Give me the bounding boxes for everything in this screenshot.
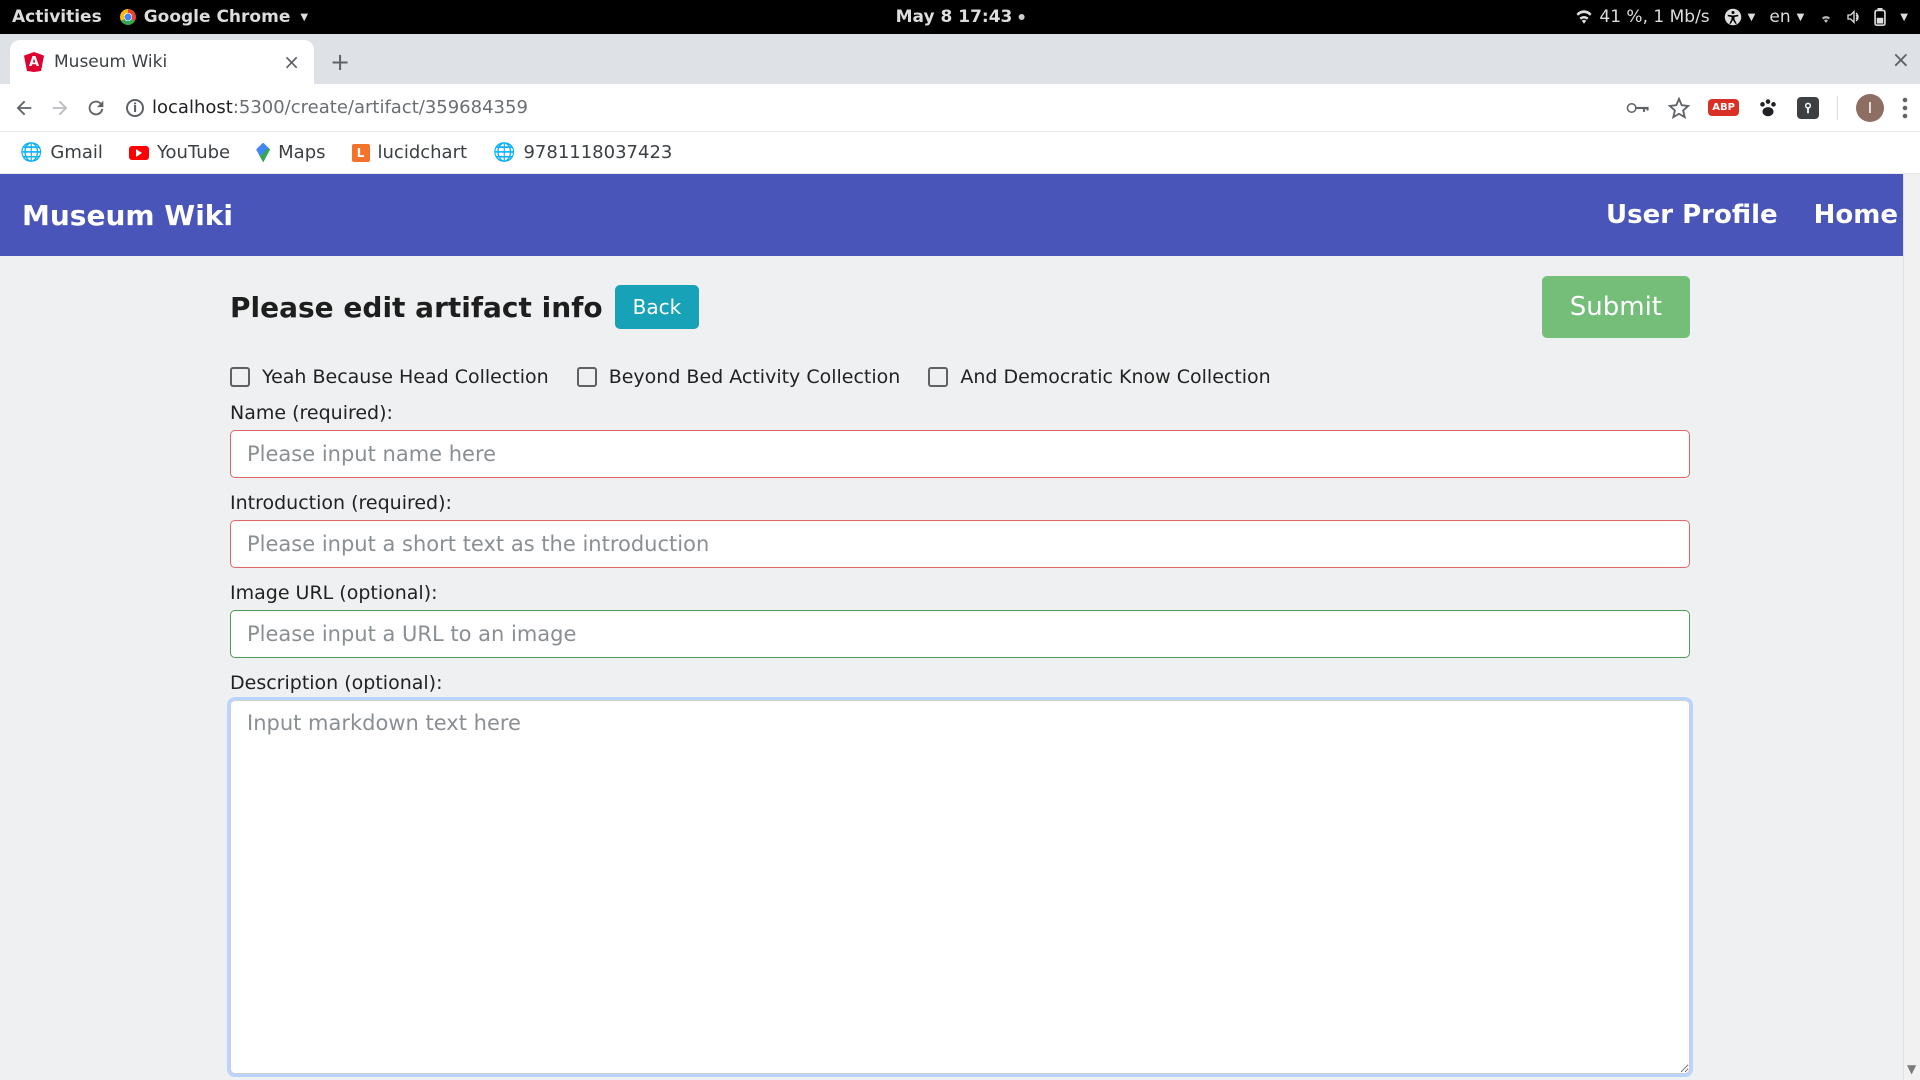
deepl-extension-icon[interactable] (1797, 97, 1819, 119)
chevron-down-icon: ▼ (1748, 12, 1756, 23)
bookmark-label: YouTube (157, 142, 230, 163)
bookmark-youtube[interactable]: YouTube (129, 142, 230, 163)
bookmark-label: Gmail (50, 142, 103, 163)
page-title: Please edit artifact info (230, 291, 603, 324)
language-label: en (1769, 7, 1790, 27)
current-app-indicator[interactable]: Google Chrome ▼ (120, 7, 308, 27)
language-menu[interactable]: en ▼ (1769, 7, 1804, 27)
bookmark-lucidchart[interactable]: L lucidchart (352, 142, 468, 163)
bookmark-label: Maps (278, 142, 325, 163)
adblock-extension-icon[interactable]: ABP (1708, 99, 1739, 116)
clock-label: May 8 17:43 (896, 7, 1013, 27)
url-host: localhost (152, 97, 233, 118)
heading-row: Please edit artifact info Back Submit (230, 276, 1690, 338)
system-menu[interactable]: ▼ (1818, 8, 1908, 26)
nav-user-profile[interactable]: User Profile (1606, 200, 1778, 230)
vertical-scrollbar[interactable]: ▼ (1903, 174, 1920, 1080)
image-url-input[interactable] (230, 610, 1690, 658)
scroll-down-icon[interactable]: ▼ (1907, 1062, 1916, 1076)
submit-button[interactable]: Submit (1542, 276, 1690, 338)
collection-label-2: And Democratic Know Collection (960, 366, 1270, 388)
collection-checkbox-2[interactable] (928, 367, 948, 387)
wifi-small-icon (1818, 11, 1834, 23)
collection-checkbox-0[interactable] (230, 367, 250, 387)
browser-toolbar: i localhost:5300/create/artifact/3596843… (0, 84, 1920, 132)
description-textarea[interactable] (230, 700, 1690, 1074)
nav-home[interactable]: Home (1814, 200, 1898, 230)
tab-strip: A Museum Wiki × + × (0, 34, 1920, 84)
close-tab-icon[interactable]: × (283, 52, 300, 72)
wifi-icon (1575, 10, 1593, 24)
collections-row: Yeah Because Head Collection Beyond Bed … (230, 366, 1690, 388)
back-button[interactable]: Back (615, 285, 700, 329)
os-top-bar: Activities Google Chrome ▼ May 8 17:43 4… (0, 0, 1920, 34)
new-tab-button[interactable]: + (322, 44, 358, 80)
page-viewport: Museum Wiki User Profile Home Please edi… (0, 174, 1920, 1080)
bookmark-star-icon[interactable] (1668, 97, 1690, 119)
introduction-input[interactable] (230, 520, 1690, 568)
angular-favicon-icon: A (24, 52, 44, 72)
notification-dot-icon (1018, 14, 1024, 20)
app-header: Museum Wiki User Profile Home (0, 174, 1920, 256)
network-status[interactable]: 41 %, 1 Mb/s (1575, 7, 1709, 27)
current-app-label: Google Chrome (144, 7, 291, 27)
kebab-menu-icon[interactable] (1902, 97, 1908, 119)
lucidchart-icon: L (352, 144, 370, 162)
reload-icon (85, 97, 107, 119)
browser-tab[interactable]: A Museum Wiki × (10, 40, 314, 84)
battery-label: 41 %, 1 Mb/s (1599, 7, 1709, 27)
profile-avatar[interactable]: I (1856, 94, 1884, 122)
bookmark-maps[interactable]: Maps (256, 142, 325, 163)
accessibility-menu[interactable]: ▼ (1724, 8, 1756, 26)
bookmarks-bar: 🌐 Gmail YouTube Maps L lucidchart 🌐 9781… (0, 132, 1920, 174)
bookmark-label: 9781118037423 (523, 142, 672, 163)
globe-icon: 🌐 (20, 142, 42, 163)
image-url-label: Image URL (optional): (230, 582, 1690, 604)
activities-button[interactable]: Activities (12, 7, 102, 27)
chevron-down-icon: ▼ (1900, 12, 1908, 23)
chevron-down-icon: ▼ (300, 12, 308, 23)
app-brand[interactable]: Museum Wiki (22, 199, 233, 232)
back-button[interactable] (12, 97, 36, 119)
form-page: Please edit artifact info Back Submit Ye… (0, 256, 1920, 1080)
arrow-left-icon (13, 97, 35, 119)
introduction-label: Introduction (required): (230, 492, 1690, 514)
url-path: :5300/create/artifact/359684359 (233, 97, 528, 118)
name-label: Name (required): (230, 402, 1690, 424)
site-info-icon[interactable]: i (126, 99, 144, 117)
description-label: Description (optional): (230, 672, 1690, 694)
forward-button[interactable] (48, 97, 72, 119)
url-text: localhost:5300/create/artifact/359684359 (152, 97, 528, 118)
address-bar[interactable]: i localhost:5300/create/artifact/3596843… (120, 97, 1602, 118)
bookmark-isbn[interactable]: 🌐 9781118037423 (493, 142, 672, 163)
separator (1837, 96, 1838, 120)
accessibility-icon (1724, 8, 1742, 26)
tab-title: Museum Wiki (54, 52, 273, 72)
close-window-icon[interactable]: × (1892, 48, 1910, 73)
maps-icon (256, 143, 270, 163)
collection-label-0: Yeah Because Head Collection (262, 366, 549, 388)
bookmark-label: lucidchart (378, 142, 468, 163)
bookmark-gmail[interactable]: 🌐 Gmail (20, 142, 103, 163)
name-input[interactable] (230, 430, 1690, 478)
toolbar-right: ABP I (1626, 94, 1908, 122)
collection-checkbox-1[interactable] (577, 367, 597, 387)
collection-label-1: Beyond Bed Activity Collection (609, 366, 901, 388)
battery-icon (1874, 8, 1886, 26)
password-key-icon[interactable] (1626, 101, 1650, 115)
clock[interactable]: May 8 17:43 (896, 7, 1025, 27)
paw-extension-icon[interactable] (1757, 97, 1779, 119)
globe-icon: 🌐 (493, 142, 515, 163)
arrow-right-icon (49, 97, 71, 119)
youtube-icon (129, 146, 149, 160)
volume-icon (1846, 10, 1862, 24)
chrome-icon (120, 9, 136, 25)
chevron-down-icon: ▼ (1797, 12, 1805, 23)
reload-button[interactable] (84, 97, 108, 119)
